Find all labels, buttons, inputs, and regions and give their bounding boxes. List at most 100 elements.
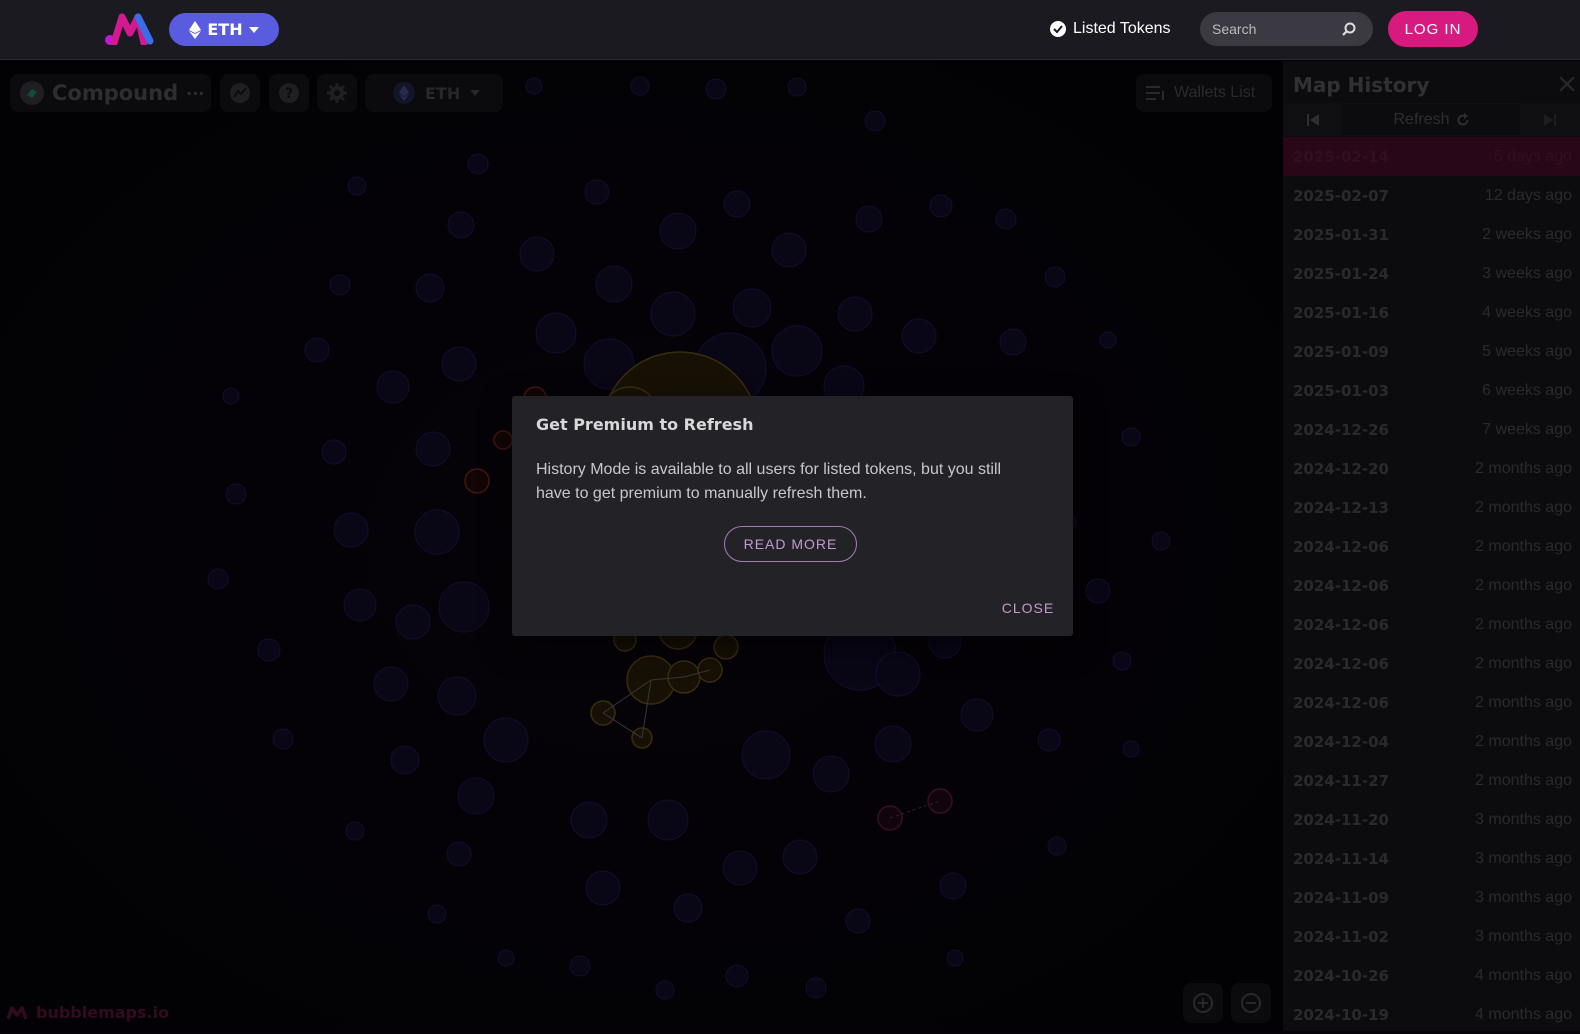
wallet-bubble[interactable] (427, 904, 447, 924)
wallet-bubble[interactable] (805, 977, 827, 999)
close-button[interactable]: CLOSE (992, 595, 1064, 621)
wallet-bubble[interactable] (373, 666, 409, 702)
history-item[interactable]: 2024-11-14 3 months ago (1283, 839, 1580, 878)
history-item[interactable]: 2024-12-06 2 months ago (1283, 527, 1580, 566)
wallet-bubble[interactable] (376, 370, 410, 404)
read-more-button[interactable]: READ MORE (724, 526, 857, 562)
close-icon[interactable] (1558, 75, 1576, 93)
history-item[interactable]: 2024-11-09 3 months ago (1283, 878, 1580, 917)
wallet-bubble[interactable] (483, 717, 529, 763)
history-item[interactable]: 2024-12-06 2 months ago (1283, 683, 1580, 722)
wallet-bubble[interactable] (787, 77, 807, 97)
wallet-bubble[interactable] (630, 76, 650, 96)
wallet-bubble[interactable] (722, 850, 758, 886)
history-item[interactable]: 2024-12-26 7 weeks ago (1283, 410, 1580, 449)
wallet-bubble[interactable] (525, 77, 543, 95)
history-item[interactable]: 2024-11-02 3 months ago (1283, 917, 1580, 956)
bubblemaps-logo[interactable] (104, 13, 156, 45)
wallet-bubble[interactable] (874, 725, 912, 763)
wallet-bubble[interactable] (673, 893, 703, 923)
wallet-bubble[interactable] (1112, 651, 1132, 671)
history-item[interactable]: 2025-02-07 12 days ago (1283, 176, 1580, 215)
wallet-bubble[interactable] (1047, 836, 1067, 856)
wallet-bubble[interactable] (569, 955, 591, 977)
wallet-bubble[interactable] (447, 211, 475, 239)
history-item[interactable]: 2024-12-13 2 months ago (1283, 488, 1580, 527)
wallet-bubble[interactable] (441, 346, 477, 382)
wallet-bubble[interactable] (939, 872, 967, 900)
wallet-bubble[interactable] (845, 908, 871, 934)
holder-bubble[interactable] (713, 634, 739, 660)
help-button[interactable]: ? (269, 74, 309, 112)
wallet-bubble[interactable] (415, 273, 445, 303)
wallet-bubble[interactable] (741, 730, 791, 780)
wallet-bubble[interactable] (570, 801, 608, 839)
history-item[interactable]: 2024-12-04 2 months ago (1283, 722, 1580, 761)
wallet-bubble[interactable] (343, 588, 377, 622)
wallet-bubble[interactable] (1085, 578, 1111, 604)
wallet-bubble[interactable] (437, 676, 477, 716)
wallet-bubble[interactable] (999, 328, 1027, 356)
token-selector[interactable]: Compound ··· (10, 74, 211, 112)
wallet-bubble[interactable] (415, 431, 451, 467)
last-snapshot-button[interactable] (1520, 103, 1580, 136)
wallet-bubble[interactable] (345, 821, 365, 841)
wallet-bubble[interactable] (1151, 531, 1171, 551)
chart-stats-button[interactable] (220, 74, 260, 112)
wallet-bubble[interactable] (659, 212, 697, 250)
listed-tokens-link[interactable]: Listed Tokens (1049, 17, 1171, 41)
wallet-bubble[interactable] (812, 755, 850, 793)
wallet-bubble[interactable] (457, 777, 495, 815)
wallet-bubble[interactable] (655, 980, 675, 1000)
wallet-bubble[interactable] (438, 581, 490, 633)
history-item[interactable]: 2024-12-06 2 months ago (1283, 566, 1580, 605)
wallet-bubble[interactable] (257, 638, 281, 662)
wallet-bubble[interactable] (732, 288, 772, 328)
wallet-bubble[interactable] (446, 841, 472, 867)
wallet-bubble[interactable] (875, 651, 921, 697)
wallet-bubble[interactable] (535, 312, 577, 354)
history-item[interactable]: 2025-01-03 6 weeks ago (1283, 371, 1580, 410)
refresh-button[interactable]: Refresh (1343, 111, 1520, 129)
search-icon[interactable] (1342, 22, 1356, 36)
first-snapshot-button[interactable] (1283, 103, 1343, 136)
wallet-bubble[interactable] (585, 870, 621, 906)
chain-selector-button[interactable]: ETH (169, 13, 279, 46)
wallet-bubble[interactable] (272, 728, 294, 750)
wallet-bubble[interactable] (723, 190, 751, 218)
wallets-list-button[interactable]: Wallets List (1136, 74, 1272, 112)
wallet-bubble[interactable] (222, 387, 240, 405)
wallet-bubble[interactable] (705, 78, 727, 100)
history-item[interactable]: 2024-12-06 2 months ago (1283, 605, 1580, 644)
exchange-bubble[interactable] (464, 468, 490, 494)
wallet-bubble[interactable] (207, 568, 229, 590)
wallet-bubble[interactable] (1099, 331, 1117, 349)
bubblemaps-brand[interactable]: bubblemaps.io (6, 1003, 169, 1022)
token-more-icon[interactable]: ··· (186, 84, 204, 103)
wallet-bubble[interactable] (995, 208, 1017, 230)
wallet-bubble[interactable] (333, 512, 369, 548)
wallet-bubble[interactable] (390, 745, 420, 775)
wallet-bubble[interactable] (519, 236, 555, 272)
wallet-bubble[interactable] (584, 179, 610, 205)
wallet-bubble[interactable] (929, 194, 953, 218)
history-item[interactable]: 2024-12-20 2 months ago (1283, 449, 1580, 488)
wallet-bubble[interactable] (395, 604, 431, 640)
wallet-bubble[interactable] (497, 949, 515, 967)
history-item[interactable]: 2025-02-14 5 days ago (1283, 137, 1580, 176)
wallet-bubble[interactable] (467, 153, 489, 175)
wallet-bubble[interactable] (837, 296, 873, 332)
history-item[interactable]: 2024-10-19 4 months ago (1283, 995, 1580, 1034)
wallet-bubble[interactable] (901, 318, 937, 354)
history-item[interactable]: 2024-11-27 2 months ago (1283, 761, 1580, 800)
wallet-bubble[interactable] (946, 949, 964, 967)
wallet-bubble[interactable] (414, 509, 460, 555)
zoom-out-button[interactable] (1231, 983, 1271, 1023)
wallet-bubble[interactable] (650, 291, 696, 337)
wallet-bubble[interactable] (960, 698, 994, 732)
wallet-bubble[interactable] (347, 176, 367, 196)
login-button[interactable]: LOG IN (1388, 11, 1478, 47)
search-input[interactable] (1212, 21, 1342, 37)
wallet-bubble[interactable] (1121, 427, 1141, 447)
wallet-bubble[interactable] (855, 205, 883, 233)
